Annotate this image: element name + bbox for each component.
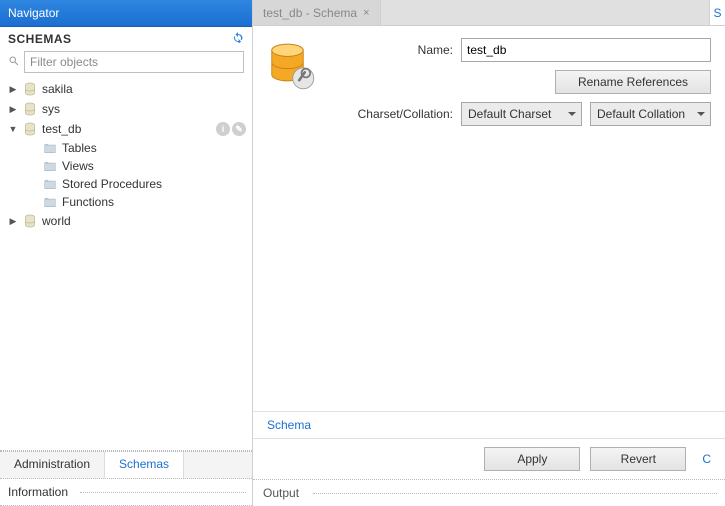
folder-icon <box>42 159 58 173</box>
charset-select[interactable]: Default Charset <box>461 102 582 126</box>
tab-schema[interactable]: Schema <box>257 412 325 438</box>
tree-item-test_db[interactable]: ▼ test_db i ✎ <box>4 119 248 139</box>
rename-references-button[interactable]: Rename References <box>555 70 711 94</box>
wrench-icon[interactable]: ✎ <box>232 122 246 136</box>
tree-item-functions[interactable]: Functions <box>4 193 248 211</box>
revert-button[interactable]: Revert <box>590 447 686 471</box>
database-icon <box>22 81 38 97</box>
tree-label: test_db <box>42 122 81 136</box>
field-charset: Charset/Collation: Default Charset Defau… <box>333 102 711 126</box>
search-icon <box>8 55 20 70</box>
tree-item-stored-procedures[interactable]: Stored Procedures <box>4 175 248 193</box>
schema-icon <box>263 38 323 134</box>
tab-administration[interactable]: Administration <box>0 452 104 478</box>
tree-label: Views <box>62 159 94 173</box>
tree-label: world <box>42 214 71 228</box>
chevron-right-icon[interactable]: ▶ <box>8 216 18 227</box>
chevron-down-icon[interactable]: ▼ <box>8 124 18 134</box>
charset-label: Charset/Collation: <box>333 107 461 121</box>
schemas-title: SCHEMAS <box>8 32 72 46</box>
refresh-icon[interactable] <box>232 31 244 46</box>
schema-form: Name: Rename References Charset/Collatio… <box>253 26 725 506</box>
tree-label: Tables <box>62 141 97 155</box>
folder-icon <box>42 195 58 209</box>
collation-select[interactable]: Default Collation <box>590 102 711 126</box>
tree-item-world[interactable]: ▶ world <box>4 211 248 231</box>
editor-bottom-tabs: Schema <box>253 411 725 439</box>
tab-schemas[interactable]: Schemas <box>104 452 184 478</box>
editor-panel: test_db - Schema × S <box>253 0 725 506</box>
database-icon <box>22 101 38 117</box>
tree-label: sys <box>42 102 60 116</box>
apply-button[interactable]: Apply <box>484 447 580 471</box>
row-actions: i ✎ <box>216 122 246 136</box>
editor-tab-test_db[interactable]: test_db - Schema × <box>253 0 381 25</box>
chevron-right-icon[interactable]: ▶ <box>8 104 18 115</box>
navigator-tabs: Administration Schemas <box>0 451 252 479</box>
action-bar: Apply Revert C <box>253 439 725 480</box>
tree-label: Functions <box>62 195 114 209</box>
tree-item-sakila[interactable]: ▶ sakila <box>4 79 248 99</box>
tree-item-sys[interactable]: ▶ sys <box>4 99 248 119</box>
partial-button[interactable]: C <box>702 452 711 466</box>
field-name: Name: <box>333 38 711 62</box>
tree-item-views[interactable]: Views <box>4 157 248 175</box>
navigator-panel: Navigator SCHEMAS ▶ sakila ▶ <box>0 0 253 506</box>
editor-tab-label: test_db - Schema <box>263 6 357 20</box>
tab-spacer <box>381 0 710 25</box>
schema-tree: ▶ sakila ▶ sys ▼ test_db i <box>0 79 252 451</box>
editor-tabs: test_db - Schema × S <box>253 0 725 26</box>
tree-label: Stored Procedures <box>62 177 162 191</box>
tree-item-tables[interactable]: Tables <box>4 139 248 157</box>
name-input[interactable] <box>461 38 711 62</box>
close-icon[interactable]: × <box>363 7 369 19</box>
database-icon <box>22 121 38 137</box>
information-label: Information <box>8 485 68 499</box>
partial-tab[interactable]: S <box>709 0 725 25</box>
output-header: Output <box>253 480 725 506</box>
filter-input[interactable] <box>24 51 244 73</box>
output-label: Output <box>263 486 299 500</box>
folder-icon <box>42 177 58 191</box>
folder-icon <box>42 141 58 155</box>
name-label: Name: <box>333 43 461 57</box>
schemas-header: SCHEMAS <box>0 27 252 48</box>
chevron-right-icon[interactable]: ▶ <box>8 84 18 95</box>
tree-label: sakila <box>42 82 73 96</box>
filter-row <box>0 48 252 79</box>
info-icon[interactable]: i <box>216 122 230 136</box>
rename-row: Rename References <box>333 70 711 94</box>
database-icon <box>22 213 38 229</box>
information-header: Information <box>0 479 252 506</box>
navigator-title: Navigator <box>0 0 252 27</box>
